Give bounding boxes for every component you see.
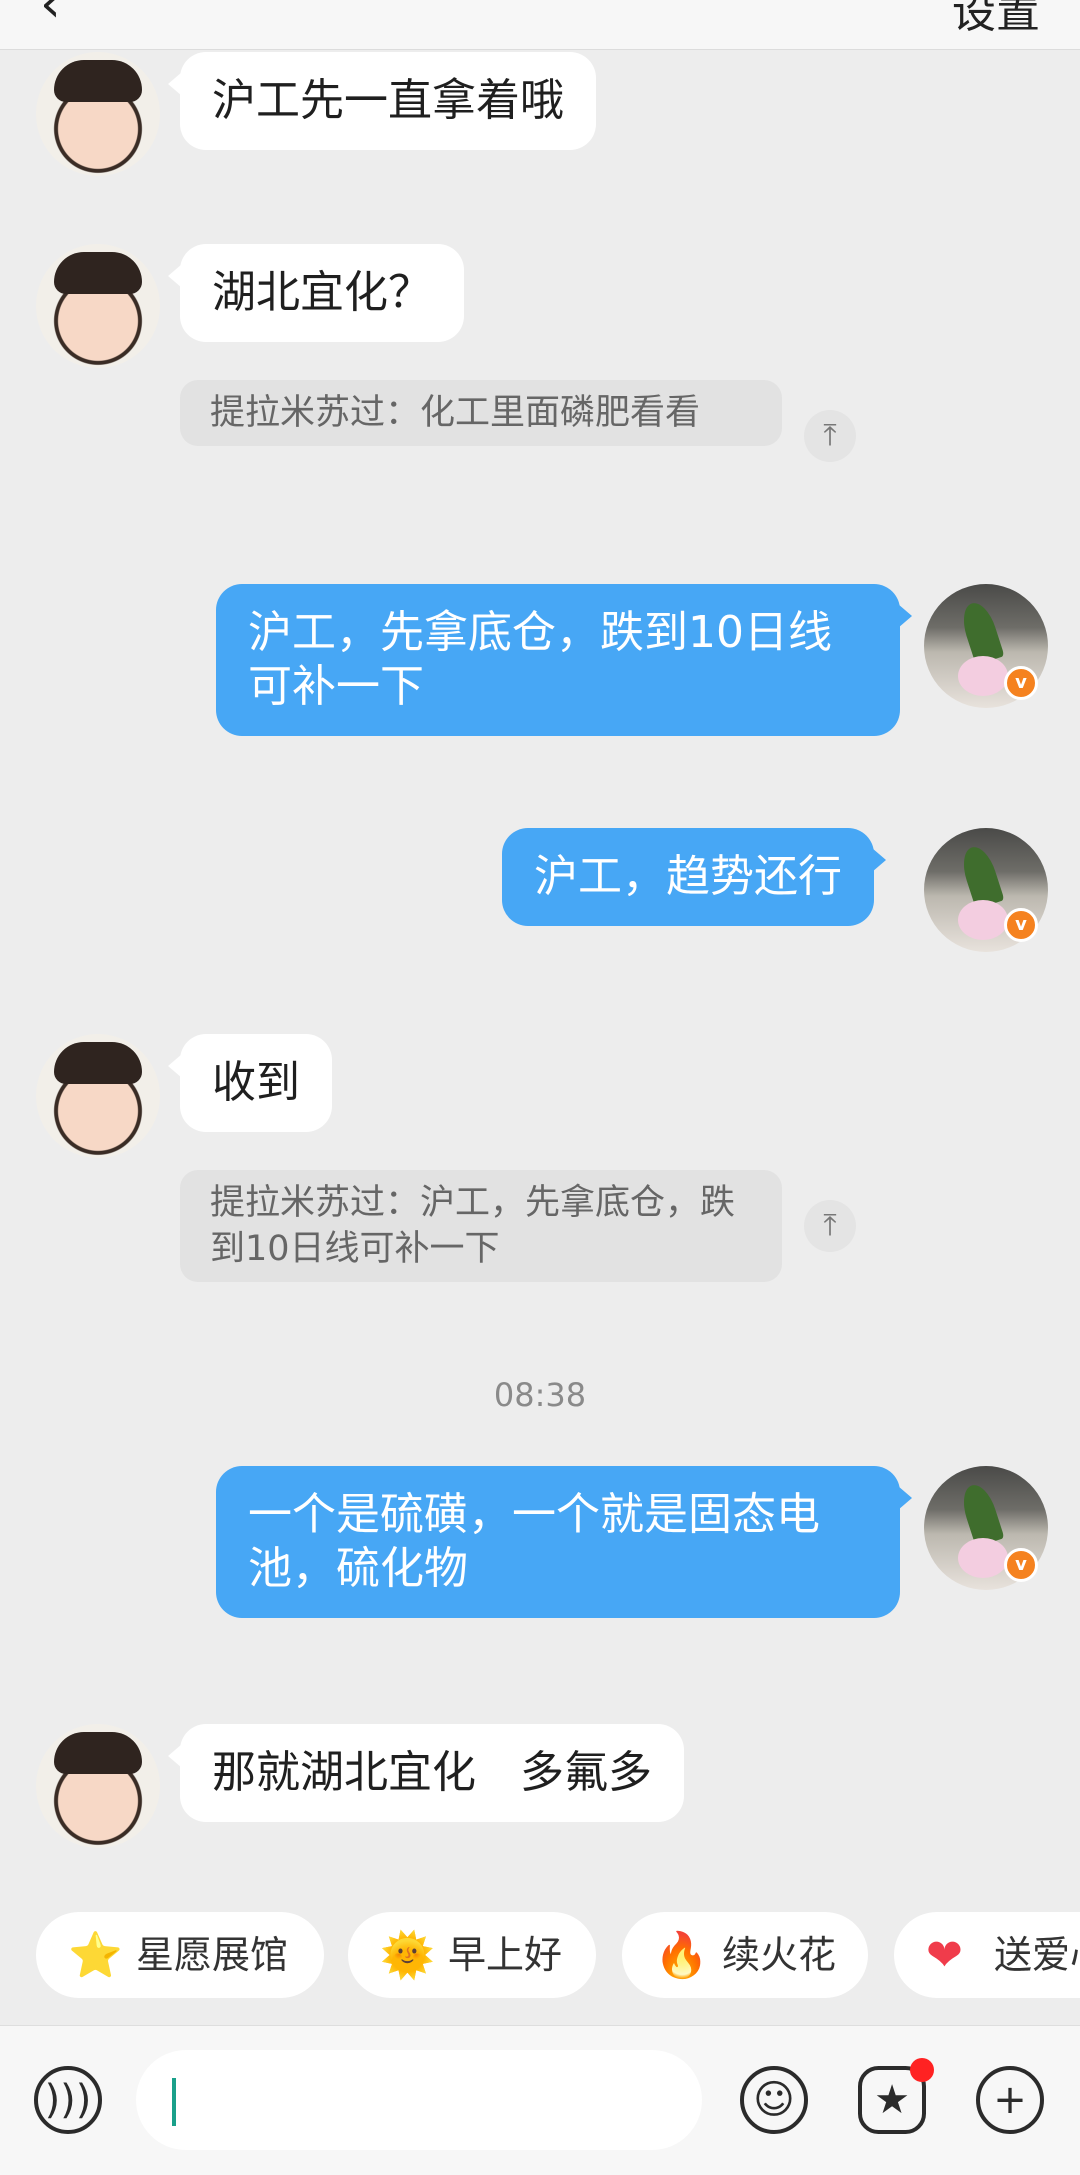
notification-dot (910, 2058, 934, 2082)
contact-avatar[interactable] (36, 52, 160, 176)
message-bubble-incoming[interactable]: 湖北宜化？ (168, 244, 464, 342)
message-input[interactable] (136, 2050, 702, 2150)
message-bubble-outgoing[interactable]: 沪工，趋势还行 (502, 828, 886, 926)
message-bubble-incoming[interactable]: 沪工先一直拿着哦 (168, 52, 596, 150)
emoji-icon[interactable]: ☺ (740, 2066, 808, 2134)
verified-badge-icon: v (1004, 908, 1038, 942)
contact-avatar[interactable] (36, 1724, 160, 1848)
chip-label: 送爱心 (994, 1933, 1080, 1977)
settings-button[interactable]: 设置 (952, 0, 1040, 40)
contact-avatar[interactable] (36, 244, 160, 368)
chip-label: 星愿展馆 (136, 1933, 289, 1977)
contact-avatar[interactable] (36, 1034, 160, 1158)
quick-reply-star-exhibit[interactable]: ⭐ 星愿展馆 (36, 1912, 324, 1998)
message-bubble-outgoing[interactable]: 一个是硫磺，一个就是固态电池，硫化物 (216, 1466, 912, 1618)
back-arrow-icon[interactable]: ‹ (40, 0, 61, 34)
verified-badge-icon: v (1004, 666, 1038, 700)
voice-icon[interactable]: ))) (34, 2066, 102, 2134)
message-timestamp: 08:38 (493, 1376, 587, 1414)
chip-label: 早上好 (448, 1933, 563, 1977)
message-bubble-incoming[interactable]: 收到 (168, 1034, 332, 1132)
star-icon: ⭐ (68, 1930, 123, 1981)
add-icon[interactable]: + (976, 2066, 1044, 2134)
verified-badge-icon: v (1004, 1548, 1038, 1582)
quick-reply-continue-spark[interactable]: 🔥 续火花 (622, 1912, 868, 1998)
quoted-message[interactable]: 提拉米苏过：沪工，先拿底仓，跌到10日线可补一下 (180, 1170, 782, 1282)
quick-reply-send-love[interactable]: ❤ 送爱心 (894, 1912, 1080, 1998)
jump-to-quote-icon[interactable]: ⤒ (804, 410, 856, 462)
jump-to-quote-icon[interactable]: ⤒ (804, 1200, 856, 1252)
text-caret (172, 2078, 176, 2126)
input-bar: ))) ☺ ★ + (0, 2025, 1080, 2175)
quoted-message[interactable]: 提拉米苏过：化工里面磷肥看看 (180, 380, 782, 446)
chip-label: 续火花 (722, 1933, 837, 1977)
sun-face-icon: 🌞 (380, 1930, 435, 1981)
quick-reply-good-morning[interactable]: 🌞 早上好 (348, 1912, 596, 1998)
top-bar: ‹ 设置 (0, 0, 1080, 50)
heart-icon: ❤ (926, 1930, 963, 1981)
message-bubble-outgoing[interactable]: 沪工，先拿底仓，跌到10日线可补一下 (216, 584, 912, 736)
fire-icon: 🔥 (654, 1930, 709, 1981)
quick-reply-bar: ⭐ 星愿展馆 🌞 早上好 🔥 续火花 ❤ 送爱心 (0, 1912, 1080, 1998)
message-bubble-incoming[interactable]: 那就湖北宜化 多氟多 (168, 1724, 684, 1822)
